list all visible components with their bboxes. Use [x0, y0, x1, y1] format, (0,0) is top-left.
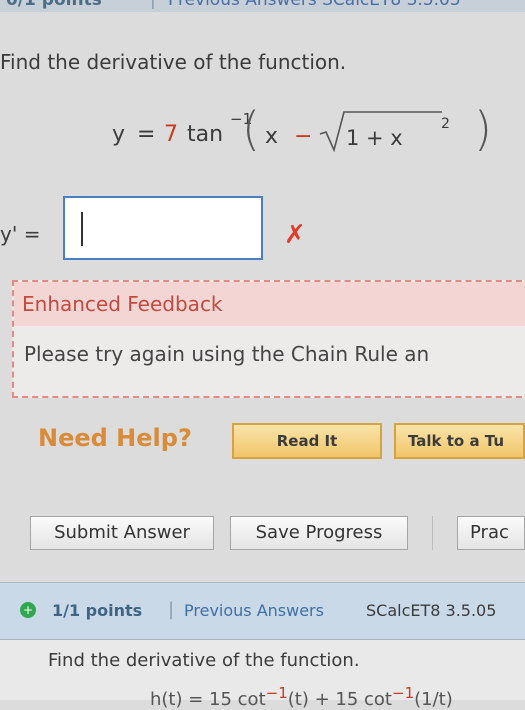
equation-left-paren: (	[242, 102, 260, 156]
question-prompt: Find the derivative of the function.	[0, 50, 347, 74]
answer-input[interactable]	[63, 196, 263, 260]
equation-lhs: y	[112, 122, 126, 147]
talk-to-tutor-button[interactable]: Talk to a Tu	[394, 423, 525, 459]
feedback-body: Please try again using the Chain Rule an	[24, 342, 430, 366]
equation-right-paren: )	[474, 102, 492, 156]
next-equation-sup1: −1	[265, 684, 288, 702]
next-equation-sup2: −1	[392, 684, 415, 702]
next-question-prompt: Find the derivative of the function.	[48, 650, 360, 671]
points-label: 0/1 points	[6, 0, 102, 10]
answer-label: y' =	[0, 222, 41, 246]
equation-radicand: 1 + x	[346, 126, 403, 150]
need-help-label: Need Help?	[38, 424, 192, 452]
next-equation: h(t) = 15 cot−1(t) + 15 cot−1(1/t)	[150, 684, 453, 710]
equation-minus: −	[294, 124, 313, 149]
next-points-label: 1/1 points	[52, 601, 143, 620]
equation-equals: =	[137, 122, 156, 147]
top-status-strip: 0/1 points | Previous Answers SCalcET8 3…	[0, 0, 525, 12]
separator: |	[150, 0, 156, 10]
button-divider	[432, 516, 433, 550]
next-question-header: + 1/1 points | Previous Answers SCalcET8…	[0, 582, 525, 640]
save-progress-button[interactable]: Save Progress	[230, 516, 408, 550]
equation-coefficient: 7	[164, 122, 178, 147]
equation-x: x	[265, 124, 279, 149]
equation: y = 7 tan −1 ( x − 1 + x 2 )	[112, 102, 512, 164]
next-question-body: Find the derivative of the function. h(t…	[0, 640, 525, 710]
incorrect-icon: ✗	[284, 220, 306, 250]
feedback-title: Enhanced Feedback	[14, 282, 525, 326]
previous-answers-link[interactable]: Previous Answers SCalcET8 3.5.05	[168, 0, 461, 10]
correct-status-icon[interactable]: +	[20, 602, 36, 618]
separator: |	[168, 599, 175, 620]
equation-function: tan	[187, 122, 224, 147]
submit-answer-button[interactable]: Submit Answer	[30, 516, 214, 550]
equation-square: 2	[441, 116, 450, 132]
read-it-button[interactable]: Read It	[232, 423, 382, 459]
previous-answers-link[interactable]: Previous Answers	[184, 601, 324, 620]
textbook-reference: SCalcET8 3.5.05	[366, 601, 497, 620]
text-caret	[81, 212, 83, 246]
enhanced-feedback-box: Enhanced Feedback Please try again using…	[12, 280, 525, 398]
practice-button[interactable]: Prac	[457, 516, 525, 550]
